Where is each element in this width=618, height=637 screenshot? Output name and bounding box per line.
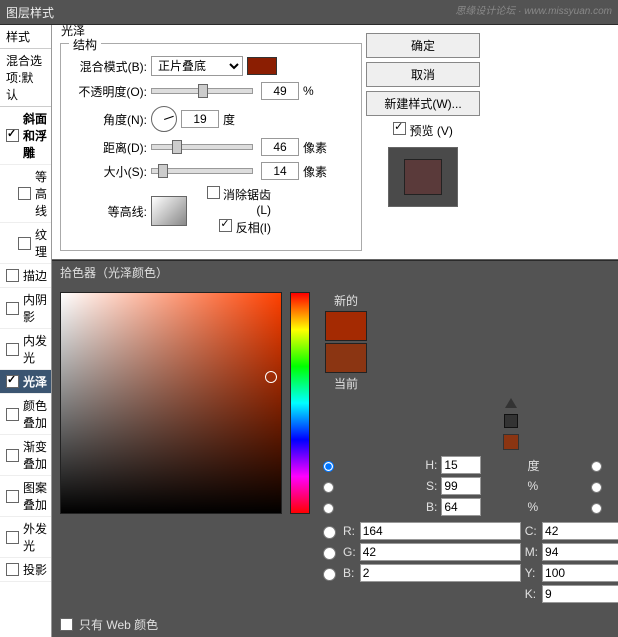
watermark-text: 思缘设计论坛 · www.missyuan.com xyxy=(455,2,612,17)
checkbox-icon[interactable] xyxy=(6,531,19,544)
ok-button[interactable]: 确定 xyxy=(366,33,480,58)
checkbox-icon[interactable] xyxy=(18,237,31,250)
checkbox-icon[interactable] xyxy=(219,219,232,232)
hue-slider[interactable] xyxy=(290,292,310,514)
warning-icon[interactable] xyxy=(505,398,517,408)
antialias-checkbox[interactable]: 消除锯齿(L) xyxy=(195,186,271,217)
h-input[interactable] xyxy=(441,456,481,474)
angle-label: 角度(N): xyxy=(71,111,147,128)
k-input[interactable] xyxy=(542,585,618,603)
color-fields: H:度 L: S:% a: B:% b: xyxy=(318,456,618,516)
checkbox-icon[interactable] xyxy=(393,122,406,135)
checkbox-icon[interactable] xyxy=(6,490,19,503)
picker-title: 拾色器（光泽颜色） xyxy=(52,260,618,284)
fieldset-label: 结构 xyxy=(69,36,101,53)
web-only-checkbox[interactable] xyxy=(60,618,73,631)
preview-checkbox[interactable]: 预览 (V) xyxy=(366,122,480,139)
color-field[interactable] xyxy=(60,292,282,514)
blend-mode-label: 混合模式(B): xyxy=(71,58,147,75)
s-radio[interactable] xyxy=(323,482,334,493)
distance-label: 距离(D): xyxy=(71,139,147,156)
style-item-drop-shadow[interactable]: 投影 xyxy=(0,558,51,582)
style-item-satin[interactable]: 光泽 xyxy=(0,370,51,394)
preview-swatch xyxy=(404,159,442,195)
opacity-label: 不透明度(O): xyxy=(71,83,147,100)
invert-checkbox[interactable]: 反相(I) xyxy=(195,219,271,236)
c-input[interactable] xyxy=(542,522,618,540)
size-input[interactable] xyxy=(261,162,299,180)
color-cursor-icon[interactable] xyxy=(265,371,277,383)
angle-input[interactable] xyxy=(181,110,219,128)
current-color-swatch[interactable] xyxy=(325,343,367,373)
y-input[interactable] xyxy=(542,564,618,582)
style-item-bevel[interactable]: 斜面和浮雕 xyxy=(0,107,51,165)
a-radio[interactable] xyxy=(591,482,602,493)
style-item-stroke[interactable]: 描边 xyxy=(0,264,51,288)
checkbox-icon[interactable] xyxy=(18,187,31,200)
style-item-pattern-overlay[interactable]: 图案叠加 xyxy=(0,476,51,517)
style-item-texture[interactable]: 纹理 xyxy=(0,223,51,264)
style-item-color-overlay[interactable]: 颜色叠加 xyxy=(0,394,51,435)
angle-dial[interactable] xyxy=(151,106,177,132)
styles-list: 样式 混合选项:默认 斜面和浮雕 等高线 纹理 描边 内阴影 内发光 光泽 颜色… xyxy=(0,25,52,637)
blend-options-heading[interactable]: 混合选项:默认 xyxy=(0,49,51,107)
size-unit: 像素 xyxy=(303,163,327,180)
color-swatch[interactable] xyxy=(247,57,277,75)
small-swatch-icon[interactable] xyxy=(503,434,519,450)
blend-mode-select[interactable]: 正片叠底 xyxy=(151,56,243,76)
r-input[interactable] xyxy=(360,522,521,540)
checkbox-icon[interactable] xyxy=(6,563,19,576)
bv-radio[interactable] xyxy=(323,503,334,514)
distance-unit: 像素 xyxy=(303,139,327,156)
new-color-swatch xyxy=(325,311,367,341)
cube-icon[interactable] xyxy=(504,414,518,428)
bc-radio[interactable] xyxy=(323,568,336,581)
style-item-contour[interactable]: 等高线 xyxy=(0,165,51,223)
h-radio[interactable] xyxy=(323,461,334,472)
contour-label: 等高线: xyxy=(71,203,147,220)
contour-picker[interactable] xyxy=(151,196,187,226)
checkbox-icon[interactable] xyxy=(6,408,19,421)
size-label: 大小(S): xyxy=(71,163,147,180)
checkbox-icon[interactable] xyxy=(6,129,19,142)
checkbox-icon[interactable] xyxy=(6,269,19,282)
distance-slider[interactable] xyxy=(151,144,253,150)
g-input[interactable] xyxy=(360,543,521,561)
preview-box xyxy=(388,147,458,207)
checkbox-icon[interactable] xyxy=(6,449,19,462)
cancel-button[interactable]: 取消 xyxy=(366,62,480,87)
bc-input[interactable] xyxy=(360,564,521,582)
new-label: 新的 xyxy=(334,292,358,309)
checkbox-icon[interactable] xyxy=(6,375,19,388)
opacity-unit: % xyxy=(303,84,314,98)
structure-fieldset: 光泽 结构 混合模式(B): 正片叠底 不透明度(O): % 角度(N): 度 … xyxy=(60,43,362,251)
distance-input[interactable] xyxy=(261,138,299,156)
style-item-inner-glow[interactable]: 内发光 xyxy=(0,329,51,370)
styles-header: 样式 xyxy=(0,25,51,49)
style-item-outer-glow[interactable]: 外发光 xyxy=(0,517,51,558)
l-radio[interactable] xyxy=(591,461,602,472)
dialog-title: 图层样式 xyxy=(6,4,54,21)
checkbox-icon[interactable] xyxy=(207,186,220,199)
new-style-button[interactable]: 新建样式(W)... xyxy=(366,91,480,116)
g-radio[interactable] xyxy=(323,547,336,560)
bv-input[interactable] xyxy=(441,498,481,516)
opacity-input[interactable] xyxy=(261,82,299,100)
angle-unit: 度 xyxy=(223,111,235,128)
style-item-gradient-overlay[interactable]: 渐变叠加 xyxy=(0,435,51,476)
b-radio[interactable] xyxy=(591,503,602,514)
s-input[interactable] xyxy=(441,477,481,495)
r-radio[interactable] xyxy=(323,526,336,539)
current-label: 当前 xyxy=(334,375,358,392)
web-only-label: 只有 Web 颜色 xyxy=(79,616,158,633)
opacity-slider[interactable] xyxy=(151,88,253,94)
style-item-inner-shadow[interactable]: 内阴影 xyxy=(0,288,51,329)
m-input[interactable] xyxy=(542,543,618,561)
checkbox-icon[interactable] xyxy=(6,343,19,356)
size-slider[interactable] xyxy=(151,168,253,174)
checkbox-icon[interactable] xyxy=(6,302,19,315)
